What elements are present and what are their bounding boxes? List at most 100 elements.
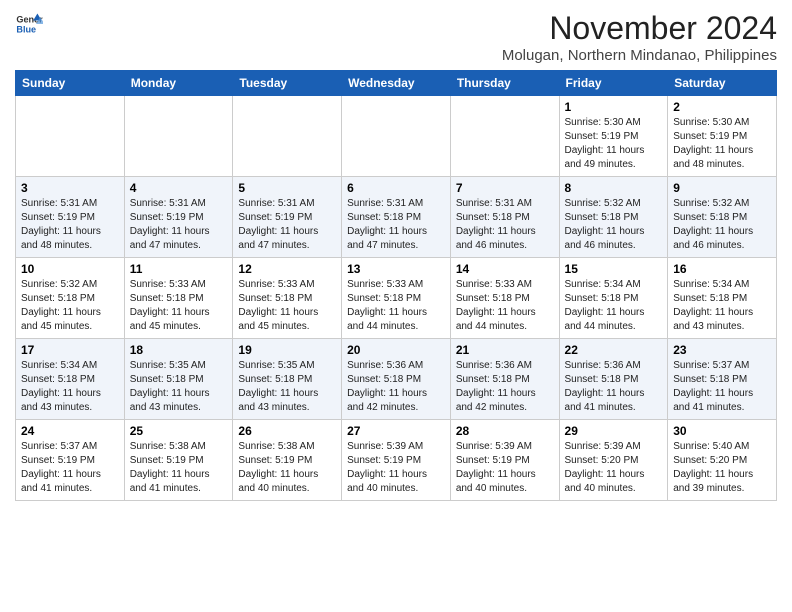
day-number: 8: [565, 181, 663, 195]
day-number: 3: [21, 181, 119, 195]
weekday-header-friday: Friday: [559, 71, 668, 96]
day-info: Sunrise: 5:34 AM Sunset: 5:18 PM Dayligh…: [21, 359, 119, 415]
calendar-cell: [233, 96, 342, 177]
month-title: November 2024: [502, 10, 777, 47]
calendar-cell: 22Sunrise: 5:36 AM Sunset: 5:18 PM Dayli…: [559, 339, 668, 420]
day-info: Sunrise: 5:37 AM Sunset: 5:18 PM Dayligh…: [673, 359, 771, 415]
day-number: 13: [347, 262, 445, 276]
day-number: 9: [673, 181, 771, 195]
calendar-cell: 5 Sunrise: 5:31 AM Sunset: 5:19 PM Daylig…: [233, 177, 342, 258]
day-info: Sunrise: 5:35 AM Sunset: 5:18 PM Dayligh…: [130, 359, 228, 415]
calendar-cell: [450, 96, 559, 177]
day-info: Sunrise: 5:37 AM Sunset: 5:19 PM Dayligh…: [21, 440, 119, 496]
calendar-cell: 26 Sunrise: 5:38 AM Sunset: 5:19 PM Dayli…: [233, 420, 342, 501]
day-info: Sunrise: 5:34 AM Sunset: 5:18 PM Dayligh…: [565, 278, 663, 334]
day-number: 11: [130, 262, 228, 276]
calendar-cell: 11 Sunrise: 5:33 AM Sunset: 5:18 PM Dayli…: [124, 258, 233, 339]
calendar-cell: 29 Sunrise: 5:39 AM Sunset: 5:20 PM Dayli…: [559, 420, 668, 501]
day-number: 6: [347, 181, 445, 195]
day-info: Sunrise: 5:38 AM Sunset: 5:19 PM Dayligh…: [238, 440, 336, 496]
calendar-cell: 6 Sunrise: 5:31 AM Sunset: 5:18 PM Daylig…: [342, 177, 451, 258]
weekday-header-thursday: Thursday: [450, 71, 559, 96]
calendar-cell: 12 Sunrise: 5:33 AM Sunset: 5:18 PM Dayli…: [233, 258, 342, 339]
day-number: 22: [565, 343, 663, 357]
calendar-cell: 30 Sunrise: 5:40 AM Sunset: 5:20 PM Dayli…: [668, 420, 777, 501]
calendar-cell: [342, 96, 451, 177]
calendar-cell: 25 Sunrise: 5:38 AM Sunset: 5:19 PM Dayli…: [124, 420, 233, 501]
calendar-cell: 9 Sunrise: 5:32 AM Sunset: 5:18 PM Daylig…: [668, 177, 777, 258]
calendar-cell: 4Sunrise: 5:31 AM Sunset: 5:19 PM Daylig…: [124, 177, 233, 258]
calendar-cell: 1Sunrise: 5:30 AM Sunset: 5:19 PM Daylig…: [559, 96, 668, 177]
day-info: Sunrise: 5:31 AM Sunset: 5:18 PM Dayligh…: [456, 197, 554, 253]
day-number: 20: [347, 343, 445, 357]
location-title: Molugan, Northern Mindanao, Philippines: [502, 47, 777, 64]
weekday-header-monday: Monday: [124, 71, 233, 96]
weekday-header-sunday: Sunday: [16, 71, 125, 96]
day-info: Sunrise: 5:33 AM Sunset: 5:18 PM Dayligh…: [130, 278, 228, 334]
logo: General Blue: [15, 10, 43, 38]
calendar-cell: 21 Sunrise: 5:36 AM Sunset: 5:18 PM Dayli…: [450, 339, 559, 420]
day-info: Sunrise: 5:30 AM Sunset: 5:19 PM Dayligh…: [673, 116, 771, 172]
calendar-cell: 2 Sunrise: 5:30 AM Sunset: 5:19 PM Daylig…: [668, 96, 777, 177]
weekday-header-row: SundayMondayTuesdayWednesdayThursdayFrid…: [16, 71, 777, 96]
day-number: 16: [673, 262, 771, 276]
day-number: 26: [238, 424, 336, 438]
day-number: 28: [456, 424, 554, 438]
calendar-cell: 20 Sunrise: 5:36 AM Sunset: 5:18 PM Dayli…: [342, 339, 451, 420]
day-info: Sunrise: 5:33 AM Sunset: 5:18 PM Dayligh…: [238, 278, 336, 334]
weekday-header-tuesday: Tuesday: [233, 71, 342, 96]
day-number: 29: [565, 424, 663, 438]
calendar-cell: 15 Sunrise: 5:34 AM Sunset: 5:18 PM Dayli…: [559, 258, 668, 339]
day-info: Sunrise: 5:35 AM Sunset: 5:18 PM Dayligh…: [238, 359, 336, 415]
calendar-cell: 17 Sunrise: 5:34 AM Sunset: 5:18 PM Dayli…: [16, 339, 125, 420]
calendar-cell: 28 Sunrise: 5:39 AM Sunset: 5:19 PM Dayli…: [450, 420, 559, 501]
day-number: 30: [673, 424, 771, 438]
weekday-header-saturday: Saturday: [668, 71, 777, 96]
day-number: 10: [21, 262, 119, 276]
day-number: 18: [130, 343, 228, 357]
calendar-cell: 16 Sunrise: 5:34 AM Sunset: 5:18 PM Dayli…: [668, 258, 777, 339]
day-info: Sunrise: 5:34 AM Sunset: 5:18 PM Dayligh…: [673, 278, 771, 334]
logo-icon: General Blue: [15, 10, 43, 38]
calendar-cell: 10Sunrise: 5:32 AM Sunset: 5:18 PM Dayli…: [16, 258, 125, 339]
day-info: Sunrise: 5:31 AM Sunset: 5:19 PM Dayligh…: [130, 197, 228, 253]
day-number: 24: [21, 424, 119, 438]
day-number: 17: [21, 343, 119, 357]
day-number: 14: [456, 262, 554, 276]
day-info: Sunrise: 5:31 AM Sunset: 5:19 PM Dayligh…: [238, 197, 336, 253]
day-number: 5: [238, 181, 336, 195]
day-info: Sunrise: 5:33 AM Sunset: 5:18 PM Dayligh…: [347, 278, 445, 334]
day-number: 19: [238, 343, 336, 357]
day-info: Sunrise: 5:39 AM Sunset: 5:19 PM Dayligh…: [347, 440, 445, 496]
calendar-cell: 23Sunrise: 5:37 AM Sunset: 5:18 PM Dayli…: [668, 339, 777, 420]
day-info: Sunrise: 5:39 AM Sunset: 5:20 PM Dayligh…: [565, 440, 663, 496]
day-number: 21: [456, 343, 554, 357]
calendar-week-1: 1Sunrise: 5:30 AM Sunset: 5:19 PM Daylig…: [16, 96, 777, 177]
calendar-cell: 13 Sunrise: 5:33 AM Sunset: 5:18 PM Dayli…: [342, 258, 451, 339]
day-number: 7: [456, 181, 554, 195]
day-info: Sunrise: 5:36 AM Sunset: 5:18 PM Dayligh…: [456, 359, 554, 415]
calendar-cell: 8 Sunrise: 5:32 AM Sunset: 5:18 PM Daylig…: [559, 177, 668, 258]
day-number: 12: [238, 262, 336, 276]
weekday-header-wednesday: Wednesday: [342, 71, 451, 96]
title-block: November 2024 Molugan, Northern Mindanao…: [502, 10, 777, 64]
day-number: 25: [130, 424, 228, 438]
day-info: Sunrise: 5:30 AM Sunset: 5:19 PM Dayligh…: [565, 116, 663, 172]
day-info: Sunrise: 5:40 AM Sunset: 5:20 PM Dayligh…: [673, 440, 771, 496]
calendar-table: SundayMondayTuesdayWednesdayThursdayFrid…: [15, 70, 777, 501]
calendar-cell: 7 Sunrise: 5:31 AM Sunset: 5:18 PM Daylig…: [450, 177, 559, 258]
day-number: 15: [565, 262, 663, 276]
day-info: Sunrise: 5:38 AM Sunset: 5:19 PM Dayligh…: [130, 440, 228, 496]
calendar-cell: 27 Sunrise: 5:39 AM Sunset: 5:19 PM Dayli…: [342, 420, 451, 501]
day-info: Sunrise: 5:32 AM Sunset: 5:18 PM Dayligh…: [673, 197, 771, 253]
calendar-cell: 24 Sunrise: 5:37 AM Sunset: 5:19 PM Dayli…: [16, 420, 125, 501]
svg-text:Blue: Blue: [16, 24, 36, 34]
day-info: Sunrise: 5:32 AM Sunset: 5:18 PM Dayligh…: [565, 197, 663, 253]
day-info: Sunrise: 5:39 AM Sunset: 5:19 PM Dayligh…: [456, 440, 554, 496]
calendar-cell: 18 Sunrise: 5:35 AM Sunset: 5:18 PM Dayli…: [124, 339, 233, 420]
calendar-cell: 14Sunrise: 5:33 AM Sunset: 5:18 PM Dayli…: [450, 258, 559, 339]
day-number: 27: [347, 424, 445, 438]
day-info: Sunrise: 5:31 AM Sunset: 5:18 PM Dayligh…: [347, 197, 445, 253]
day-number: 2: [673, 100, 771, 114]
day-info: Sunrise: 5:36 AM Sunset: 5:18 PM Dayligh…: [347, 359, 445, 415]
